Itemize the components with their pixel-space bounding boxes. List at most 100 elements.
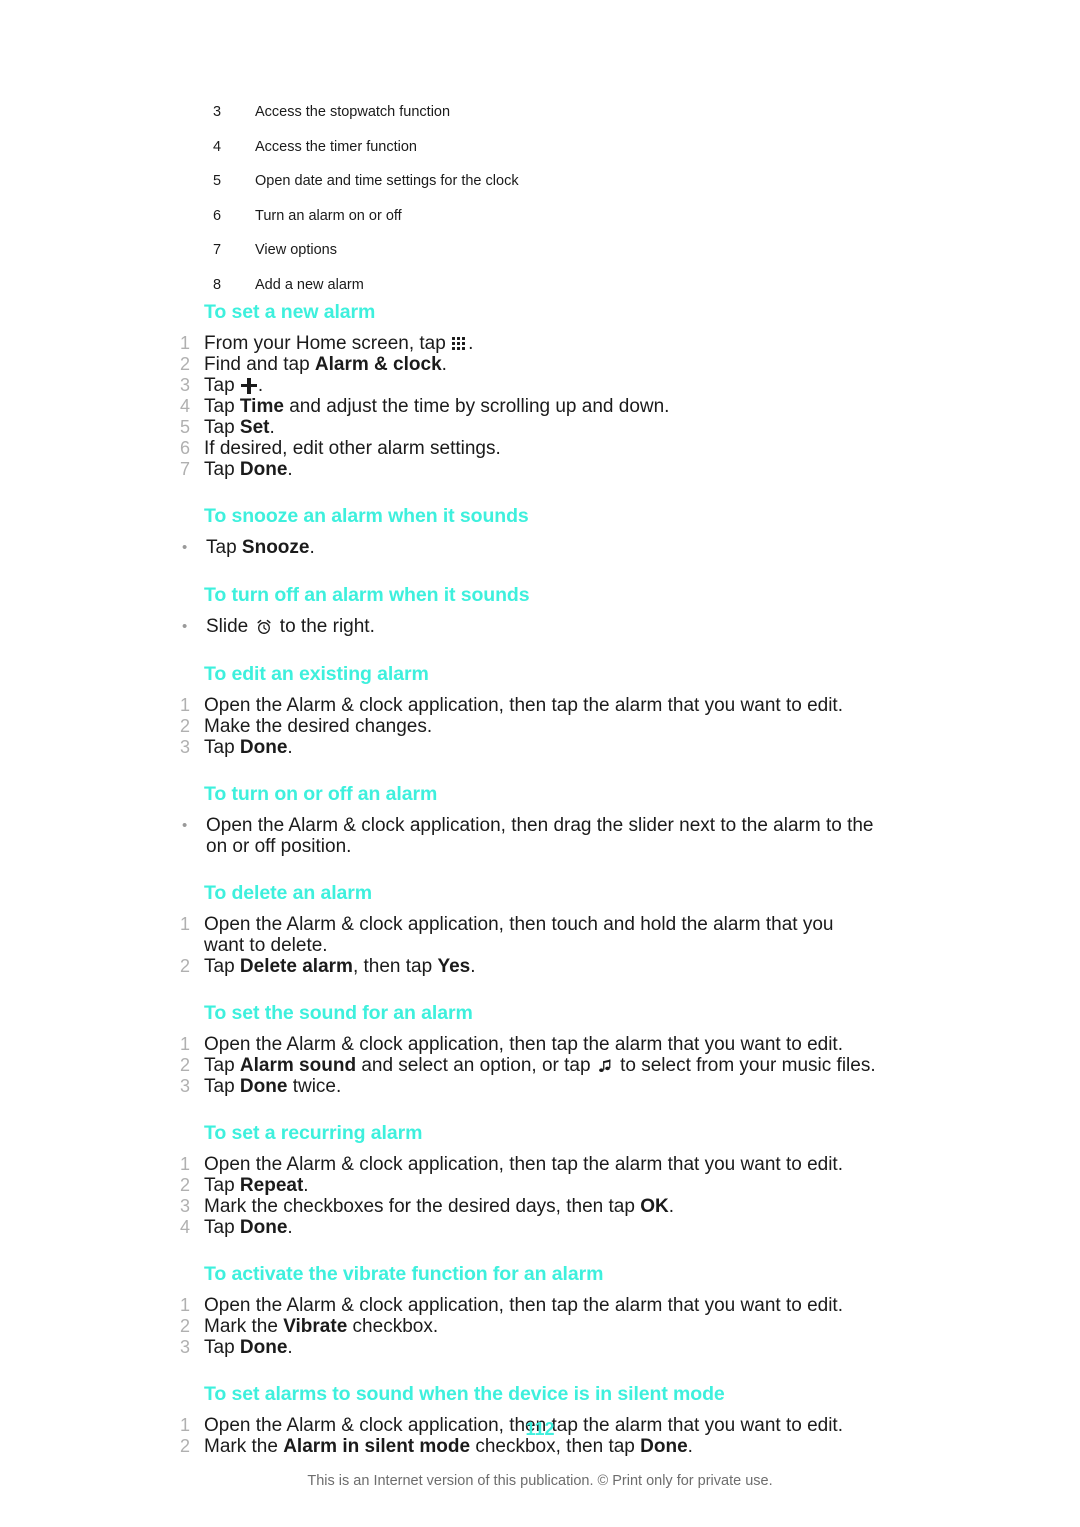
step-number: 2 bbox=[180, 956, 191, 976]
section-heading: To snooze an alarm when it sounds bbox=[204, 505, 529, 527]
step-number: 1 bbox=[180, 333, 191, 353]
step-item: 1 Open the Alarm & clock application, th… bbox=[0, 695, 1080, 716]
step-text-pre: Tap bbox=[204, 417, 240, 438]
step-item: 7 Tap Done. bbox=[0, 459, 1080, 480]
step-text-bold: Vibrate bbox=[283, 1316, 348, 1337]
legend-item: 6 Turn an alarm on or off bbox=[213, 208, 933, 225]
step-text-pre: Tap bbox=[204, 1055, 240, 1076]
step-text-post: . bbox=[309, 537, 315, 558]
step-number: 1 bbox=[180, 1034, 191, 1054]
legend-item: 3 Access the stopwatch function bbox=[213, 104, 933, 121]
step-item: 3 Tap Done. bbox=[0, 1337, 1080, 1358]
step-text-pre: Mark the bbox=[204, 1316, 284, 1337]
step-item: 3 Mark the checkboxes for the desired da… bbox=[0, 1196, 1080, 1217]
section-edit-alarm: To edit an existing alarm 1 Open the Ala… bbox=[0, 662, 1080, 758]
step-number: 2 bbox=[180, 1316, 191, 1336]
legend-item-number: 6 bbox=[213, 207, 222, 224]
section-heading: To set the sound for an alarm bbox=[204, 1002, 473, 1024]
step-text-bold: Repeat bbox=[239, 1175, 304, 1196]
step-text-pre: Mark the checkboxes for the desired days… bbox=[204, 1196, 641, 1217]
legend-item: 4 Access the timer function bbox=[213, 139, 933, 156]
step-text-bold: Alarm sound bbox=[239, 1055, 357, 1076]
step-number: 2 bbox=[180, 354, 191, 374]
legend-item-number: 7 bbox=[213, 242, 222, 258]
step-text: Open the Alarm & clock application, then… bbox=[206, 815, 874, 857]
step-list: 1 Open the Alarm & clock application, th… bbox=[0, 914, 1080, 977]
step-text-post: . bbox=[468, 333, 474, 354]
step-text: Tap Alarm sound and select an option, or… bbox=[204, 1055, 876, 1076]
step-text-mid: and select an option, or tap bbox=[356, 1055, 596, 1076]
step-text-pre: Tap bbox=[204, 737, 240, 758]
step-text-pre: Tap bbox=[204, 396, 240, 417]
step-text-bold: Done bbox=[239, 737, 288, 758]
step-item: 1 Open the Alarm & clock application, th… bbox=[0, 1295, 1080, 1316]
step-text: Tap Time and adjust the time by scrollin… bbox=[204, 396, 876, 417]
step-number: 4 bbox=[180, 396, 191, 416]
step-list: 1 Open the Alarm & clock application, th… bbox=[0, 1034, 1080, 1097]
step-text-pre: Tap bbox=[204, 1217, 240, 1238]
step-item: 4 Tap Done. bbox=[0, 1217, 1080, 1238]
step-list: 1 Open the Alarm & clock application, th… bbox=[0, 1295, 1080, 1358]
step-text: Tap . bbox=[204, 375, 876, 396]
step-number: 2 bbox=[180, 1175, 191, 1195]
step-text-bold: Done bbox=[239, 1217, 288, 1238]
app-drawer-grid-icon bbox=[452, 336, 467, 351]
step-number: 2 bbox=[180, 716, 191, 736]
document-page: 3 Access the stopwatch function 4 Access… bbox=[0, 0, 1080, 1527]
step-list: 1 From your Home screen, tap . 2 Find an… bbox=[0, 333, 1080, 480]
step-item: 2 Tap Alarm sound and select an option, … bbox=[0, 1055, 1080, 1076]
step-number: 5 bbox=[180, 417, 191, 437]
step-text-pre: Tap bbox=[204, 956, 240, 977]
legend-item: 7 View options bbox=[213, 242, 933, 259]
section-turn-off-alarm: To turn off an alarm when it sounds • Sl… bbox=[0, 583, 1080, 638]
step-text: Open the Alarm & clock application, then… bbox=[204, 1034, 843, 1055]
step-text: Tap Snooze. bbox=[206, 537, 878, 558]
step-text: Mark the checkboxes for the desired days… bbox=[204, 1196, 876, 1217]
step-number: 3 bbox=[180, 375, 191, 395]
step-item: 3 Tap . bbox=[0, 375, 1080, 396]
step-number: 3 bbox=[180, 1337, 191, 1357]
step-text: Open the Alarm & clock application, then… bbox=[204, 1154, 843, 1175]
step-text-post: . bbox=[287, 459, 293, 480]
step-number: 1 bbox=[180, 695, 191, 715]
step-text-pre: Tap bbox=[204, 1337, 240, 1358]
step-text-bold: Time bbox=[239, 396, 284, 417]
step-bullet: • bbox=[182, 618, 188, 635]
step-list: 1 Open the Alarm & clock application, th… bbox=[0, 1154, 1080, 1238]
step-text-pre: Slide bbox=[206, 616, 254, 637]
legend-item-label: Add a new alarm bbox=[255, 276, 364, 293]
step-item: 2 Mark the Vibrate checkbox. bbox=[0, 1316, 1080, 1337]
legend-item-label: Access the timer function bbox=[255, 138, 417, 155]
step-text-bold: Done bbox=[239, 1076, 288, 1097]
step-text-pre: Tap bbox=[206, 537, 242, 558]
step-list: 1 Open the Alarm & clock application, th… bbox=[0, 695, 1080, 758]
step-text-post: . bbox=[257, 375, 264, 396]
step-item: 1 Open the Alarm & clock application, th… bbox=[0, 914, 1080, 956]
step-text: Make the desired changes. bbox=[204, 716, 433, 737]
legend-item: 5 Open date and time settings for the cl… bbox=[213, 173, 933, 190]
legend-item-number: 5 bbox=[213, 173, 222, 189]
step-text: Mark the Vibrate checkbox. bbox=[204, 1316, 876, 1337]
step-text-pre: From your Home screen, tap bbox=[204, 333, 452, 354]
step-text-post: to the right. bbox=[274, 616, 375, 637]
section-vibrate-alarm: To activate the vibrate function for an … bbox=[0, 1262, 1080, 1358]
step-item: 5 Tap Set. bbox=[0, 417, 1080, 438]
step-text: Tap Done twice. bbox=[204, 1076, 876, 1097]
legend-item-label: Open date and time settings for the cloc… bbox=[255, 173, 519, 189]
section-heading: To set alarms to sound when the device i… bbox=[204, 1383, 725, 1405]
step-text-post: . bbox=[287, 737, 293, 758]
step-item: 2 Tap Delete alarm, then tap Yes. bbox=[0, 956, 1080, 977]
legend-item-number: 3 bbox=[213, 104, 222, 120]
step-text: If desired, edit other alarm settings. bbox=[204, 438, 501, 459]
legend-item-label: Access the stopwatch function bbox=[255, 104, 451, 120]
step-number: 1 bbox=[180, 914, 191, 934]
step-text: Tap Done. bbox=[204, 1217, 876, 1238]
step-text-pre: Tap bbox=[204, 375, 240, 396]
step-text-bold: Done bbox=[239, 459, 288, 480]
step-text-post: . bbox=[287, 1217, 293, 1238]
step-number: 3 bbox=[180, 1076, 191, 1096]
